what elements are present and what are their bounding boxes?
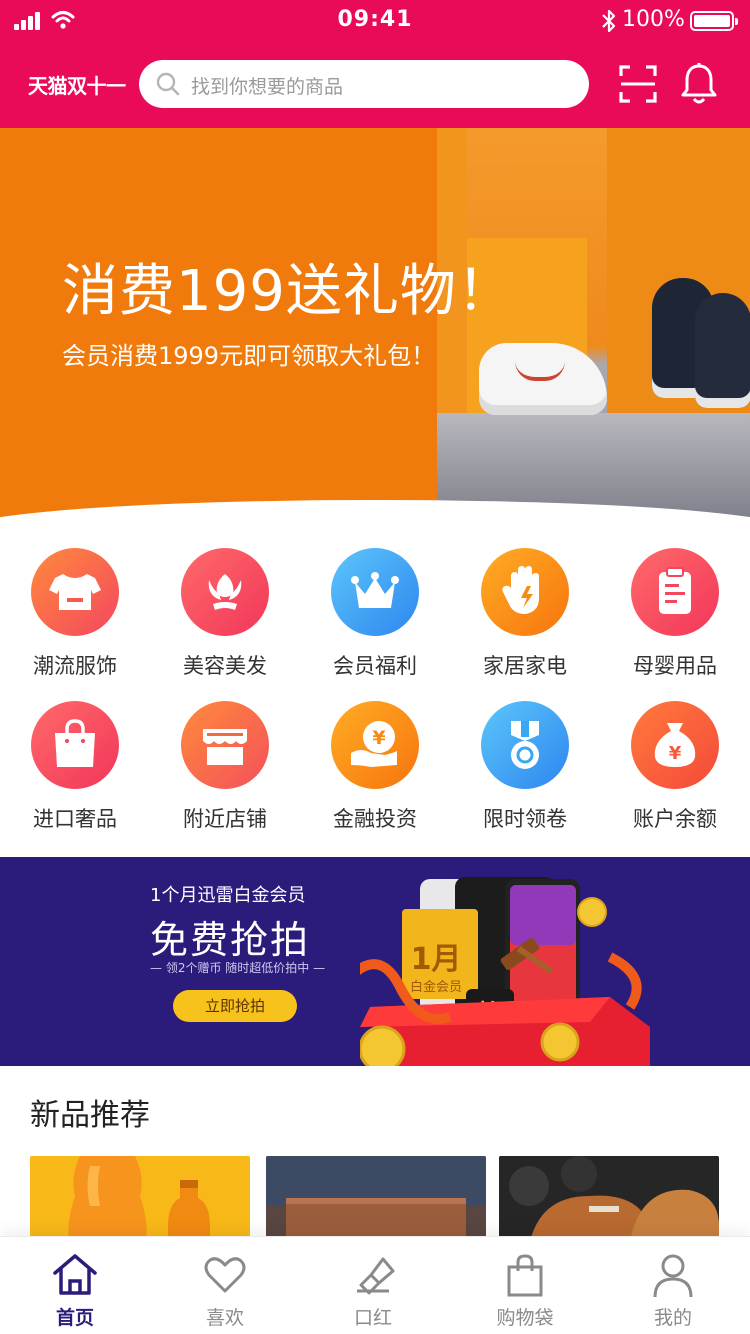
bid-now-button[interactable]: 立即抢拍: [173, 990, 297, 1022]
search-bar[interactable]: 找到你想要的商品: [139, 60, 589, 108]
shopping-bag-icon: [507, 1254, 543, 1297]
bag-icon: [55, 719, 95, 767]
category-member-benefits[interactable]: 会员福利: [300, 540, 450, 680]
product-image: [499, 1156, 719, 1246]
category-fashion[interactable]: 潮流服饰: [0, 540, 150, 680]
bluetooth-icon: [602, 9, 616, 33]
battery-icon: [690, 11, 738, 31]
money-bag-icon: ¥: [654, 723, 696, 767]
svg-text:¥: ¥: [372, 727, 385, 749]
clipboard-icon: [659, 567, 691, 614]
category-home-appliance[interactable]: 家居家电: [450, 540, 600, 680]
svg-text:1月: 1月: [411, 942, 462, 977]
lipstick-icon: [357, 1257, 395, 1295]
banner-subtitle: 会员消费1999元即可领取大礼包！: [62, 342, 436, 370]
category-beauty[interactable]: 美容美发: [150, 540, 300, 680]
category-finance[interactable]: ¥ 金融投资: [300, 693, 450, 833]
svg-text:¥: ¥: [669, 743, 682, 764]
new-products-title: 新品推荐: [30, 1098, 150, 1133]
search-icon: [156, 72, 180, 96]
hand-icon: [502, 566, 539, 614]
app-screen: 09:41 100% 天猫双十一 找到你想要的商品 消费199送礼物！ 会员消费…: [0, 0, 750, 1334]
promo-caption: 1个月迅雷白金会员: [150, 885, 306, 906]
app-logo[interactable]: 天猫双十一: [28, 70, 126, 99]
promo-subtitle: — 领2个赠币 随时超低价拍中 —: [150, 961, 326, 975]
category-grid: 潮流服饰 美容美发 会员福利 家居家电 母婴用品 进口奢品 附近店铺 ¥ 金融投…: [0, 540, 750, 840]
user-icon: [653, 1254, 693, 1298]
tab-profile[interactable]: 我的: [598, 1237, 748, 1334]
product-image: [68, 1156, 210, 1246]
scan-icon[interactable]: [618, 64, 658, 104]
gift-box-image: 1月 白金会员 拍: [360, 877, 650, 1066]
product-image: [266, 1156, 486, 1246]
tab-lipstick[interactable]: 口红: [298, 1237, 448, 1334]
yen-coin-icon: ¥: [351, 721, 397, 767]
home-icon: [53, 1254, 97, 1295]
white-sneaker-image: [479, 343, 607, 415]
search-input[interactable]: 找到你想要的商品: [191, 72, 343, 99]
flower-icon: [208, 574, 242, 610]
medal-icon: [511, 721, 539, 769]
product-card[interactable]: [30, 1156, 250, 1246]
tab-favorites[interactable]: 喜欢: [150, 1237, 300, 1334]
store-icon: [203, 729, 247, 765]
banner-title: 消费199送礼物！: [62, 259, 514, 324]
category-coupons[interactable]: 限时领卷: [450, 693, 600, 833]
battery-percent: 100%: [622, 7, 685, 32]
category-maternal-baby[interactable]: 母婴用品: [600, 540, 750, 680]
bottom-tab-bar: 首页 喜欢 口红 购物袋 我的: [0, 1236, 750, 1334]
tshirt-icon: [49, 574, 101, 610]
status-bar: 09:41 100%: [0, 0, 750, 40]
heart-icon: [204, 1257, 246, 1293]
category-imported-luxury[interactable]: 进口奢品: [0, 693, 150, 833]
category-nearby-stores[interactable]: 附近店铺: [150, 693, 300, 833]
product-card[interactable]: [499, 1156, 719, 1246]
svg-text:白金会员: 白金会员: [410, 979, 462, 995]
tab-home[interactable]: 首页: [0, 1237, 150, 1334]
promo-title: 免费抢拍: [150, 918, 311, 962]
tab-shopping-bag[interactable]: 购物袋: [450, 1237, 600, 1334]
top-bar: 09:41 100% 天猫双十一 找到你想要的商品: [0, 0, 750, 128]
membership-promo-banner[interactable]: 1个月迅雷白金会员 免费抢拍 — 领2个赠币 随时超低价拍中 — 立即抢拍 1月…: [0, 857, 750, 1066]
category-account-balance[interactable]: ¥ 账户余额: [600, 693, 750, 833]
crown-icon: [351, 572, 399, 608]
product-card[interactable]: [266, 1156, 486, 1246]
promo-banner[interactable]: 消费199送礼物！ 会员消费1999元即可领取大礼包！: [0, 128, 750, 524]
bell-icon[interactable]: [680, 62, 718, 106]
